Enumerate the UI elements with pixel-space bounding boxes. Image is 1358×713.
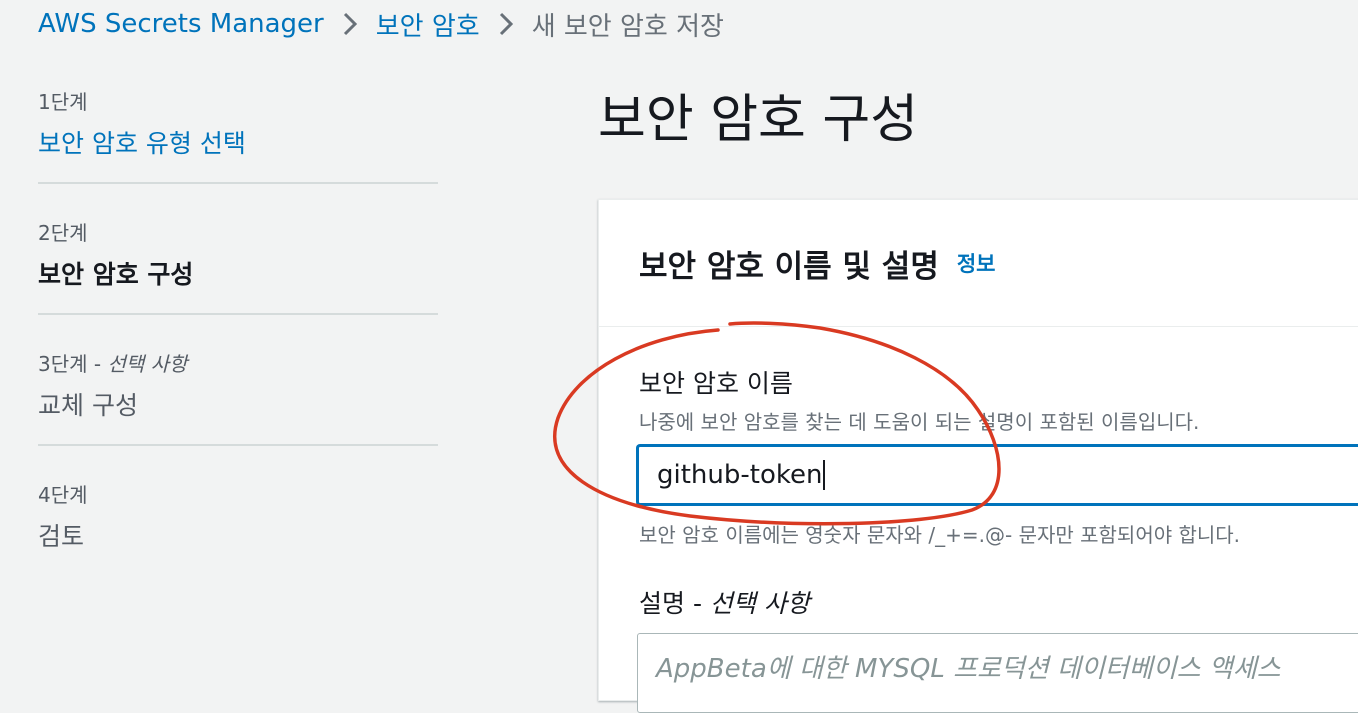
wizard-step-2: 2단계 보안 암호 구성: [38, 219, 438, 293]
page-title: 보안 암호 구성: [598, 90, 919, 150]
step-title: 검토: [38, 522, 85, 551]
breadcrumb-secrets-manager-link[interactable]: AWS Secrets Manager: [38, 9, 324, 39]
step-number: 1단계: [38, 90, 88, 114]
step-title-link[interactable]: 보안 암호 유형 선택: [38, 126, 438, 162]
secret-name-input[interactable]: github-token: [637, 445, 1358, 505]
step-divider: [38, 444, 438, 446]
breadcrumb-current: 새 보안 암호 저장: [531, 11, 724, 42]
step-optional-label: 선택 사항: [107, 352, 188, 376]
wizard-step-1: 1단계 보안 암호 유형 선택: [38, 88, 438, 162]
step-title-current: 보안 암호 구성: [38, 260, 194, 289]
description-textarea[interactable]: AppBeta에 대한 MYSQL 프로덕션 데이터베이스 액세스: [637, 633, 1358, 713]
wizard-step-3: 3단계 - 선택 사항 교체 구성: [38, 350, 438, 424]
description-label-text: 설명 -: [639, 589, 710, 618]
step-divider: [38, 313, 438, 315]
description-label: 설명 - 선택 사항: [639, 584, 810, 620]
step-number: 4단계: [38, 483, 88, 507]
text-cursor: [823, 460, 826, 490]
step-title: 교체 구성: [38, 391, 138, 420]
chevron-right-icon: [498, 10, 514, 38]
secret-name-container: 보안 암호 이름 및 설명 정보 보안 암호 이름 나중에 보안 암호를 찾는 …: [598, 199, 1358, 713]
step-divider: [38, 182, 438, 184]
secret-name-value: github-token: [657, 460, 823, 490]
container-header: 보안 암호 이름 및 설명 정보: [599, 200, 1358, 327]
secret-name-label: 보안 암호 이름: [639, 369, 793, 398]
chevron-right-icon: [342, 10, 358, 38]
description-optional-label: 선택 사항: [709, 589, 810, 618]
secret-name-description: 나중에 보안 암호를 찾는 데 도움이 되는 설명이 포함된 이름입니다.: [639, 410, 1200, 434]
breadcrumb: AWS Secrets Manager 보안 암호 새 보안 암호 저장: [38, 6, 724, 42]
step-number-label: 3단계 -: [38, 352, 108, 376]
section-title: 보안 암호 이름 및 설명: [639, 248, 939, 285]
secret-name-constraint: 보안 암호 이름에는 영숫자 문자와 /_+=.@- 문자만 포함되어야 합니다…: [639, 523, 1241, 547]
step-number: 2단계: [38, 221, 88, 245]
breadcrumb-secrets-link[interactable]: 보안 암호: [376, 6, 480, 43]
wizard-step-4: 4단계 검토: [38, 481, 438, 555]
wizard-steps: 1단계 보안 암호 유형 선택 2단계 보안 암호 구성 3단계 - 선택 사항…: [38, 88, 438, 555]
description-placeholder: AppBeta에 대한 MYSQL 프로덕션 데이터베이스 액세스: [656, 654, 1281, 684]
step-number: 3단계 - 선택 사항: [38, 350, 438, 378]
info-link[interactable]: 정보: [957, 248, 996, 278]
